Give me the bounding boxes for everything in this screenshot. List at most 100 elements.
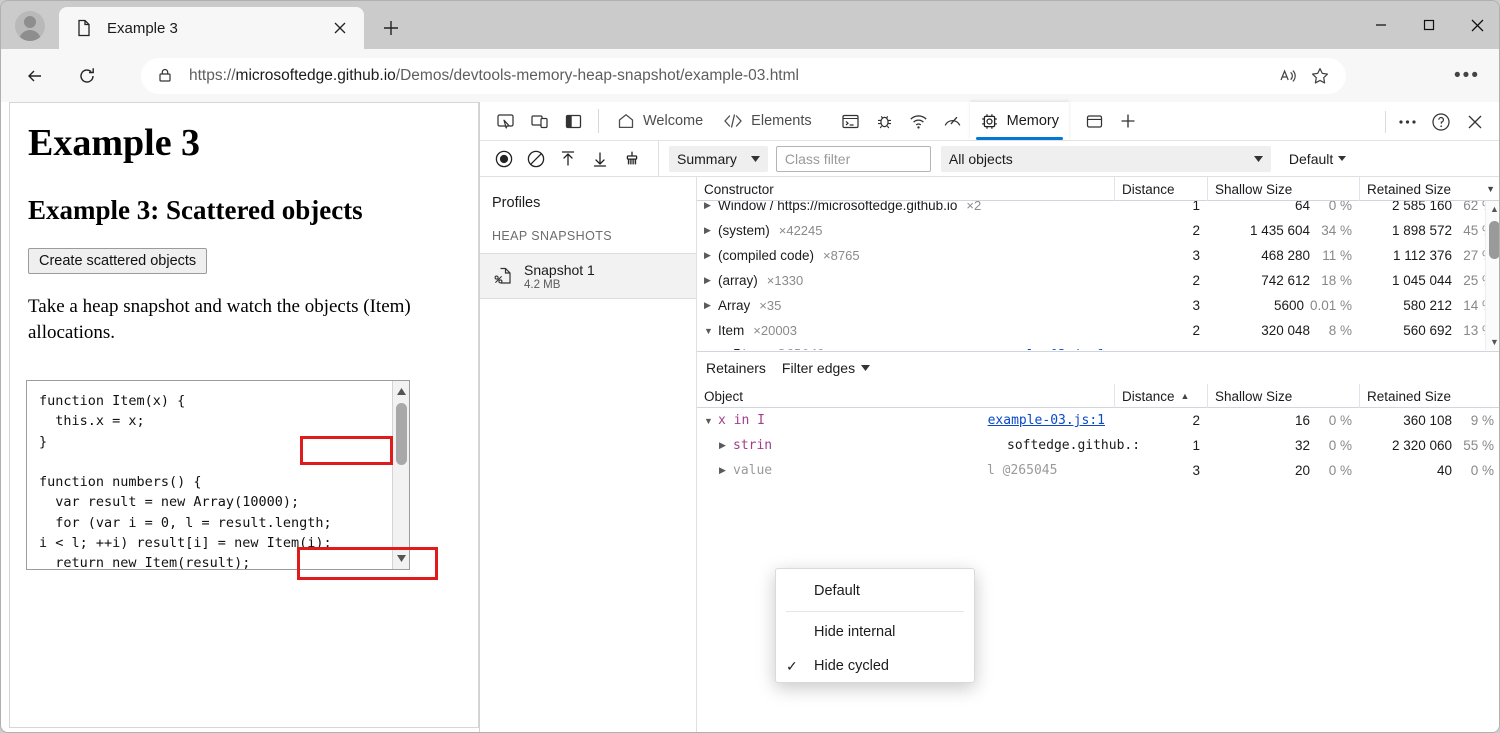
source-link[interactable]: example-03.js:1	[988, 348, 1105, 350]
row-object[interactable]: ▼ x in I example-03.js:1	[697, 408, 1115, 433]
upload-icon[interactable]	[552, 144, 584, 174]
maximize-icon[interactable]	[1405, 1, 1453, 49]
close-window-icon[interactable]	[1453, 1, 1499, 49]
table-row[interactable]: ▼ Item @265041 example-03.js:1 2 16 0 %	[697, 343, 1499, 350]
more-icon[interactable]	[1390, 105, 1424, 139]
menu-item-hide-cycled[interactable]: ✓ Hide cycled	[776, 649, 974, 683]
star-icon[interactable]	[1304, 60, 1336, 92]
row-shallow-value: 5600	[1273, 298, 1304, 313]
performance-icon[interactable]	[936, 104, 970, 138]
scroll-up-icon[interactable]	[393, 383, 409, 400]
scope-select[interactable]: Default	[1283, 146, 1352, 172]
table-row[interactable]: ▶ (system) ×42245 2 1 435 604 34 % 1 898…	[697, 218, 1499, 243]
read-aloud-icon[interactable]	[1272, 60, 1304, 92]
help-icon[interactable]	[1424, 105, 1458, 139]
scroll-thumb[interactable]	[1489, 221, 1499, 259]
row-constructor[interactable]: ▶ (compiled code) ×8765	[697, 243, 1115, 268]
profile-button[interactable]	[9, 7, 51, 45]
row-object[interactable]: ▶ value l @265045	[697, 458, 1115, 483]
reload-icon[interactable]	[69, 58, 105, 94]
close-devtools-icon[interactable]	[1458, 105, 1492, 139]
menu-item-hide-internal[interactable]: Hide internal	[776, 615, 974, 649]
scroll-up-icon[interactable]: ▲	[1486, 201, 1499, 217]
table-row[interactable]: ▼ x in I example-03.js:1 2 16 0 % 360 10…	[697, 408, 1499, 433]
expander-collapsed-icon[interactable]: ▶	[704, 225, 716, 236]
column-constructor[interactable]: Constructor	[697, 177, 1115, 201]
filter-edges-menu[interactable]: Default Hide internal ✓ Hide cycled	[775, 568, 975, 683]
snapshot-list-item[interactable]: Snapshot 1 4.2 MB	[480, 253, 696, 299]
table-row[interactable]: ▶ Array ×35 3 5600 0.01 % 580 212 14 %	[697, 293, 1499, 318]
expander-expanded-icon[interactable]: ▼	[704, 416, 716, 426]
table-row[interactable]: ▼ Item ×20003 2 320 048 8 % 560 692 13 %	[697, 318, 1499, 343]
constructors-scrollbar[interactable]: ▲ ▼	[1485, 201, 1499, 350]
column-retained-size[interactable]: Retained Size	[1360, 384, 1499, 408]
sort-desc-icon: ▼	[1486, 184, 1495, 194]
download-icon[interactable]	[584, 144, 616, 174]
tab-welcome[interactable]: Welcome	[607, 102, 713, 140]
row-shallow-value: 20	[1294, 463, 1310, 478]
row-constructor[interactable]: ▼ Item ×20003	[697, 318, 1115, 343]
scroll-down-icon[interactable]	[393, 550, 409, 567]
clear-icon[interactable]	[520, 144, 552, 174]
objects-select[interactable]: All objects	[940, 145, 1271, 172]
row-shallow-value: 32	[1294, 438, 1310, 453]
inspect-icon[interactable]	[488, 104, 522, 138]
column-shallow-size[interactable]: Shallow Size	[1208, 177, 1360, 201]
table-row[interactable]: ▶ (array) ×1330 2 742 612 18 % 1 045 044…	[697, 268, 1499, 293]
column-retained-size[interactable]: Retained Size ▼	[1360, 177, 1499, 201]
row-count: ×42245	[778, 223, 823, 238]
column-shallow-size[interactable]: Shallow Size	[1208, 384, 1360, 408]
ellipsis-icon[interactable]: •••	[1451, 63, 1483, 89]
expander-expanded-icon[interactable]: ▼	[704, 326, 716, 336]
back-arrow-icon[interactable]	[17, 58, 53, 94]
create-scattered-objects-button[interactable]: Create scattered objects	[28, 248, 208, 274]
table-row[interactable]: ▶ value l @265045 3 20 0 % 40 0 %	[697, 458, 1499, 483]
snapshot-icon	[492, 265, 514, 287]
expander-collapsed-icon[interactable]: ▶	[704, 250, 716, 261]
collect-garbage-icon[interactable]	[616, 144, 648, 174]
column-object[interactable]: Object	[697, 384, 1115, 408]
tab-elements[interactable]: Elements	[713, 102, 821, 140]
expander-collapsed-icon[interactable]: ▶	[719, 465, 731, 476]
expander-collapsed-icon[interactable]: ▶	[704, 275, 716, 286]
table-row[interactable]: ▶ strin softedge.github.: 1 32 0 % 2 320…	[697, 433, 1499, 458]
omnibox[interactable]: https://microsoftedge.github.io/Demos/de…	[141, 58, 1346, 94]
close-icon[interactable]	[326, 14, 354, 42]
filter-edges-button[interactable]: Filter edges	[776, 357, 876, 379]
device-toolbar-icon[interactable]	[522, 104, 556, 138]
browser-tab[interactable]: Example 3	[59, 7, 364, 49]
class-filter-input[interactable]: Class filter	[775, 145, 931, 172]
scroll-down-icon[interactable]: ▼	[1486, 334, 1499, 350]
row-object[interactable]: ▶ strin softedge.github.:	[697, 433, 1140, 458]
expander-collapsed-icon[interactable]: ▶	[704, 201, 716, 211]
row-shallow-pct: 0 %	[1328, 463, 1352, 478]
network-icon[interactable]	[902, 104, 936, 138]
new-tab-button[interactable]	[376, 13, 406, 43]
minimize-icon[interactable]	[1357, 1, 1405, 49]
view-select[interactable]: Summary	[669, 145, 768, 172]
record-icon[interactable]	[488, 144, 520, 174]
column-distance[interactable]: Distance ▲	[1115, 384, 1208, 408]
application-icon[interactable]	[1077, 104, 1111, 138]
column-distance[interactable]: Distance	[1115, 177, 1208, 201]
checkmark-icon: ✓	[786, 657, 798, 674]
row-constructor[interactable]: ▶ (array) ×1330	[697, 268, 1115, 293]
expander-collapsed-icon[interactable]: ▶	[704, 300, 716, 311]
table-row[interactable]: ▶ (compiled code) ×8765 3 468 280 11 % 1…	[697, 243, 1499, 268]
row-constructor[interactable]: ▼ Item @265041 example-03.js:1	[697, 343, 1115, 350]
tab-memory[interactable]: Memory	[969, 102, 1069, 140]
console-icon[interactable]	[834, 104, 868, 138]
menu-item-default[interactable]: Default	[776, 574, 974, 608]
row-constructor[interactable]: ▶ Window / https://microsoftedge.github.…	[697, 201, 1115, 218]
dock-side-icon[interactable]	[556, 104, 590, 138]
expander-collapsed-icon[interactable]: ▶	[719, 440, 731, 451]
source-link[interactable]: example-03.js:1	[988, 413, 1105, 428]
debugger-icon[interactable]	[868, 104, 902, 138]
add-panel-icon[interactable]	[1111, 104, 1145, 138]
row-constructor[interactable]: ▶ (system) ×42245	[697, 218, 1115, 243]
code-scrollbar[interactable]	[392, 381, 409, 569]
row-constructor[interactable]: ▶ Array ×35	[697, 293, 1115, 318]
table-row[interactable]: ▶ Window / https://microsoftedge.github.…	[697, 201, 1499, 218]
memory-chip-icon	[980, 112, 999, 131]
code-scroll-thumb[interactable]	[396, 403, 407, 465]
